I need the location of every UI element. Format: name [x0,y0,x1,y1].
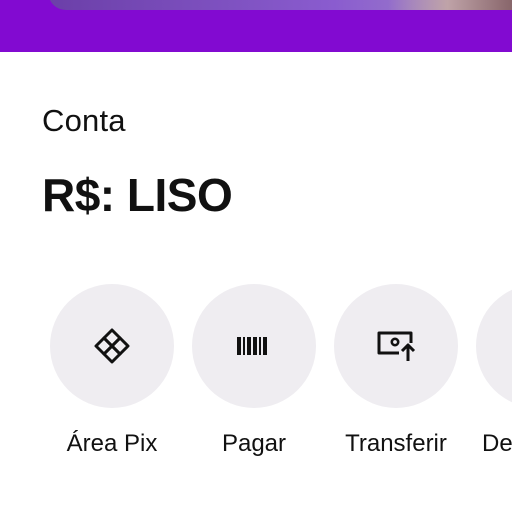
transfer-label: Transferir [345,430,447,457]
pix-area-label: Área Pix [66,430,158,457]
promo-image [388,0,512,10]
pay-button[interactable] [192,284,316,408]
top-banner [0,0,512,52]
transfer-button[interactable] [334,284,458,408]
promo-card[interactable] [48,0,512,10]
account-balance: R$: LISO [42,169,233,221]
pix-area-button[interactable] [50,284,174,408]
barcode-icon [237,336,271,356]
transfer-icon [375,329,417,363]
pix-icon [92,326,132,366]
account-title[interactable]: Conta [42,103,126,139]
app-screen: Conta R$: LISO Área Pix Pagar Transferir… [0,0,512,512]
deposit-label: De [482,430,512,457]
deposit-button[interactable] [476,284,512,408]
pay-label: Pagar [221,430,287,457]
